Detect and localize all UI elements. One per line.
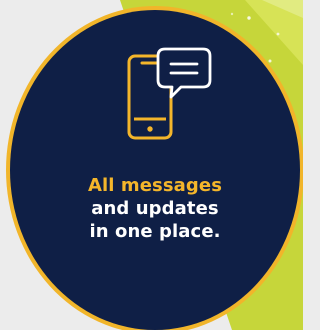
headline-text: All messages and updates in one place. (40, 174, 270, 243)
circle-badge: All messages and updates in one place. (10, 10, 300, 330)
headline-line-2: and updates (91, 198, 219, 220)
headline-line-1: All messages (87, 175, 223, 196)
headline-line-3: in one place. (89, 221, 221, 243)
message-bubble-icon (156, 47, 212, 99)
promo-card: All messages and updates in one place. (0, 0, 303, 330)
badge-inner: All messages and updates in one place. (10, 10, 300, 330)
message-phone-illustration (121, 42, 213, 150)
